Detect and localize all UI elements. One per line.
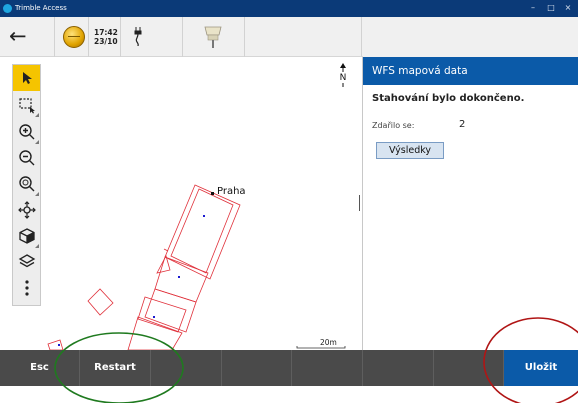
parcel-boundary — [127, 316, 183, 350]
panel-title: WFS mapová data — [363, 57, 578, 85]
parcel-boundary — [137, 296, 187, 333]
wfs-panel: WFS mapová data Stahování bylo dokončeno… — [363, 17, 578, 350]
toolbar-empty-cell — [245, 17, 362, 57]
zoom-out-icon — [18, 150, 34, 166]
close-window-button[interactable]: × — [561, 2, 575, 14]
parcel-boundary — [163, 248, 169, 252]
map-canvas[interactable] — [0, 57, 362, 350]
parcel-boundary — [164, 184, 241, 280]
scale-label: 20m — [320, 338, 337, 347]
place-label: Praha — [217, 186, 246, 197]
3d-view-tool-button[interactable] — [13, 223, 40, 249]
bottom-margin — [0, 386, 578, 403]
parcel-boundary — [154, 256, 209, 303]
restart-button[interactable]: Restart — [80, 350, 151, 386]
esc-button[interactable]: Esc — [0, 350, 80, 386]
parcel-boundary — [87, 288, 114, 316]
softkey-empty — [151, 350, 222, 386]
download-complete-message: Stahování bylo dokončeno. — [372, 93, 525, 104]
parcel-boundary — [170, 188, 234, 274]
window-title: Trimble Access — [15, 4, 67, 12]
survey-point — [178, 276, 180, 278]
map-toolbar — [12, 64, 41, 306]
job-status-button[interactable] — [55, 17, 89, 57]
window-title-bar: Trimble Access – □ × — [0, 0, 578, 17]
box-select-icon — [18, 98, 35, 114]
success-label: Zdařilo se: — [372, 121, 415, 130]
more-menu-icon — [24, 280, 29, 296]
results-button[interactable]: Výsledky — [376, 142, 444, 159]
cable-icon — [134, 27, 142, 46]
3d-view-icon — [18, 228, 35, 244]
gnss-receiver-icon — [204, 26, 222, 48]
receiver-status-button[interactable] — [183, 17, 245, 57]
parcel-boundaries — [47, 184, 241, 350]
survey-point — [153, 316, 155, 318]
zoom-extents-tool-button[interactable] — [13, 171, 40, 197]
softkey-empty — [363, 350, 434, 386]
box-select-tool-button[interactable] — [13, 92, 40, 118]
save-button[interactable]: Uložit — [504, 350, 578, 386]
globe-icon — [63, 26, 85, 48]
select-arrow-icon — [22, 72, 32, 84]
survey-point — [203, 215, 205, 217]
zoom-in-icon — [18, 124, 34, 140]
success-count: 2 — [459, 119, 466, 130]
more-tools-button[interactable] — [13, 275, 40, 301]
map-view[interactable]: Praha N 20m — [0, 57, 362, 350]
survey-points — [58, 215, 205, 346]
softkey-empty — [292, 350, 363, 386]
time-display: 17:42 23/10 — [89, 17, 121, 57]
maximize-button[interactable]: □ — [544, 2, 558, 14]
select-tool-button[interactable] — [13, 65, 40, 91]
survey-point — [58, 344, 60, 346]
place-marker — [211, 192, 214, 195]
panel-toolbar-area — [363, 17, 578, 57]
softkey-empty — [434, 350, 504, 386]
pan-icon — [17, 201, 36, 219]
back-arrow-icon: ← — [9, 24, 27, 48]
layers-icon — [18, 254, 35, 268]
zoom-extents-icon — [18, 176, 34, 192]
parcel-boundary — [144, 288, 197, 333]
trimble-logo-icon — [3, 4, 12, 13]
north-label: N — [339, 73, 347, 83]
layers-tool-button[interactable] — [13, 249, 40, 275]
zoom-out-tool-button[interactable] — [13, 145, 40, 171]
connection-status-button[interactable] — [121, 17, 183, 57]
back-button[interactable]: ← — [0, 17, 55, 57]
softkey-bar: Esc Restart Uložit — [0, 350, 578, 386]
parcel-boundary — [47, 339, 64, 350]
softkey-empty — [222, 350, 292, 386]
time-label: 17:42 — [94, 28, 118, 37]
date-label: 23/10 — [94, 37, 118, 46]
minimize-button[interactable]: – — [526, 2, 540, 14]
pan-tool-button[interactable] — [13, 197, 40, 223]
zoom-in-tool-button[interactable] — [13, 119, 40, 145]
